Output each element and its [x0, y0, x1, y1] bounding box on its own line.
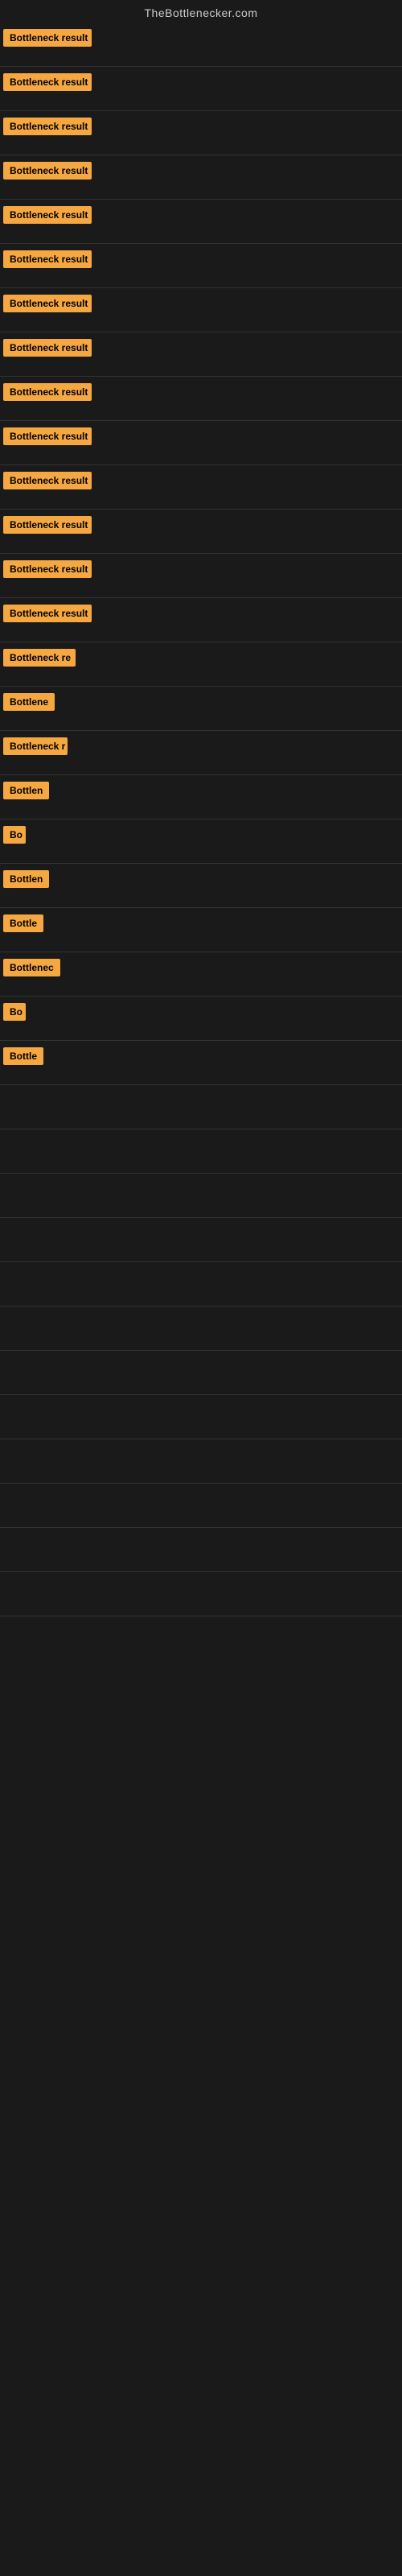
empty-row — [0, 1572, 402, 1616]
bottleneck-result-badge[interactable]: Bottlene — [3, 693, 55, 711]
bottleneck-result-badge[interactable]: Bottleneck result — [3, 516, 92, 534]
list-item: Bottleneck result — [0, 554, 402, 598]
bottleneck-result-badge[interactable]: Bottleneck result — [3, 162, 92, 180]
bottleneck-result-badge[interactable]: Bottleneck result — [3, 206, 92, 224]
empty-row — [0, 1395, 402, 1439]
page-container: TheBottlenecker.com Bottleneck resultBot… — [0, 0, 402, 1616]
list-item: Bo — [0, 819, 402, 864]
bottleneck-result-badge[interactable]: Bottleneck result — [3, 605, 92, 622]
bottleneck-result-badge[interactable]: Bottleneck result — [3, 339, 92, 357]
bottleneck-result-badge[interactable]: Bottleneck result — [3, 295, 92, 312]
bottleneck-result-badge[interactable]: Bo — [3, 1003, 26, 1021]
bottleneck-result-badge[interactable]: Bottleneck result — [3, 29, 92, 47]
list-item: Bottleneck result — [0, 155, 402, 200]
empty-row — [0, 1528, 402, 1572]
list-item: Bottle — [0, 1041, 402, 1085]
bottleneck-result-badge[interactable]: Bottlenec — [3, 959, 60, 976]
list-item: Bottleneck result — [0, 598, 402, 642]
list-item: Bottleneck result — [0, 288, 402, 332]
bottleneck-result-badge[interactable]: Bottlen — [3, 870, 49, 888]
empty-row — [0, 1439, 402, 1484]
bottleneck-result-badge[interactable]: Bottleneck result — [3, 560, 92, 578]
list-item: Bottleneck result — [0, 200, 402, 244]
list-item: Bottleneck re — [0, 642, 402, 687]
list-item: Bottleneck result — [0, 377, 402, 421]
bottleneck-result-badge[interactable]: Bottle — [3, 1047, 43, 1065]
site-title: TheBottlenecker.com — [0, 0, 402, 23]
bottleneck-result-badge[interactable]: Bottleneck result — [3, 472, 92, 489]
bottleneck-result-badge[interactable]: Bottlen — [3, 782, 49, 799]
list-item: Bottleneck r — [0, 731, 402, 775]
list-item: Bottlen — [0, 775, 402, 819]
list-item: Bottlen — [0, 864, 402, 908]
bottleneck-result-badge[interactable]: Bottleneck result — [3, 118, 92, 135]
list-item: Bottleneck result — [0, 332, 402, 377]
bottleneck-result-badge[interactable]: Bottleneck r — [3, 737, 68, 755]
empty-row — [0, 1307, 402, 1351]
list-item: Bo — [0, 997, 402, 1041]
empty-row — [0, 1085, 402, 1129]
bottleneck-result-badge[interactable]: Bottleneck result — [3, 383, 92, 401]
list-item: Bottleneck result — [0, 421, 402, 465]
list-item: Bottleneck result — [0, 23, 402, 67]
list-item: Bottleneck result — [0, 111, 402, 155]
bottleneck-result-badge[interactable]: Bottleneck result — [3, 73, 92, 91]
list-item: Bottlene — [0, 687, 402, 731]
bottleneck-result-badge[interactable]: Bottleneck re — [3, 649, 76, 667]
bottleneck-result-badge[interactable]: Bottleneck result — [3, 250, 92, 268]
empty-row — [0, 1262, 402, 1307]
empty-row — [0, 1351, 402, 1395]
empty-row — [0, 1484, 402, 1528]
bottleneck-result-badge[interactable]: Bottleneck result — [3, 427, 92, 445]
list-item: Bottleneck result — [0, 244, 402, 288]
bottleneck-result-badge[interactable]: Bottle — [3, 914, 43, 932]
empty-row — [0, 1174, 402, 1218]
list-item: Bottleneck result — [0, 465, 402, 510]
list-item: Bottle — [0, 908, 402, 952]
rows-container: Bottleneck result Bottleneck result Bottle… — [0, 23, 402, 1616]
empty-row — [0, 1218, 402, 1262]
list-item: Bottlenec — [0, 952, 402, 997]
empty-row — [0, 1129, 402, 1174]
bottleneck-result-badge[interactable]: Bo — [3, 826, 26, 844]
list-item: Bottleneck result — [0, 510, 402, 554]
list-item: Bottleneck result — [0, 67, 402, 111]
